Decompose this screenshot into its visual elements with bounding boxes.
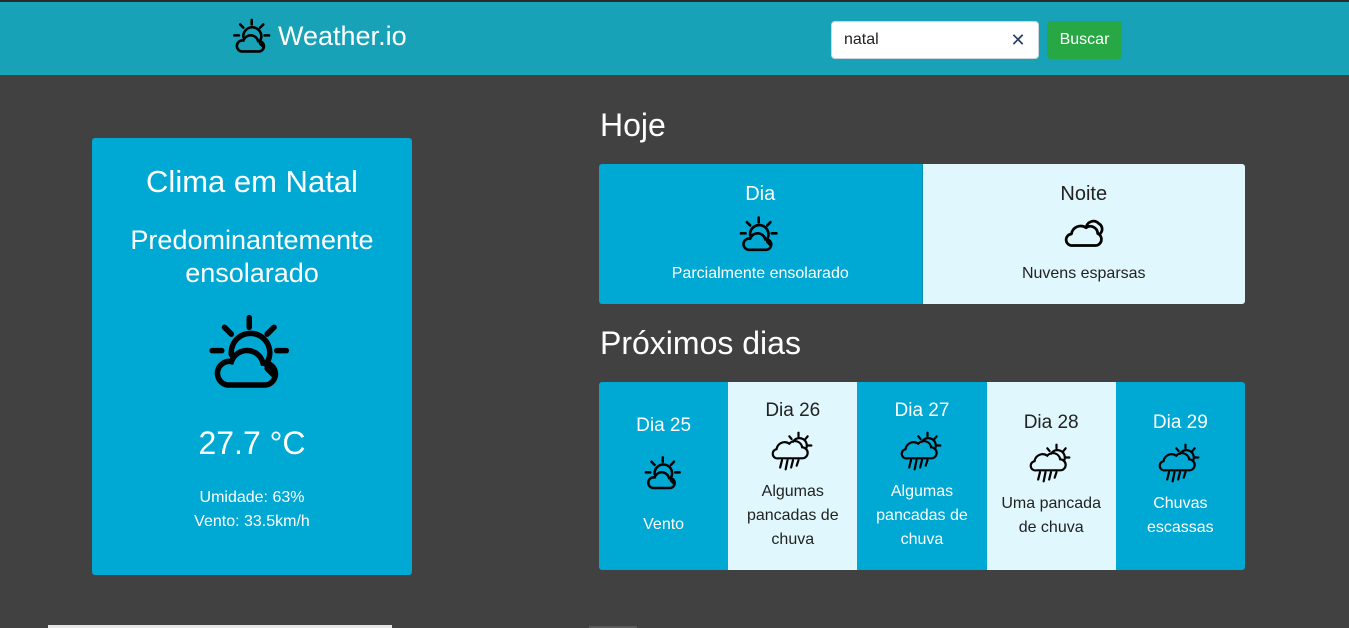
forecast-list: Dia 25 Vento Dia 26 Algumas pancadas de …	[599, 382, 1245, 570]
forecast-item: Dia 29 Chuvas escassas	[1115, 382, 1245, 570]
today-night: Noite Nuvens esparsas	[921, 164, 1245, 304]
today-night-description: Nuvens esparsas	[1021, 265, 1146, 282]
today-day: Dia Parcialmente ensolarado	[599, 164, 922, 304]
current-temperature: 27.7 °C	[198, 425, 306, 461]
close-icon[interactable]: ✕	[1007, 29, 1029, 51]
today-panel: Dia Parcialmente ensolarado Noite Nuvens…	[599, 164, 1245, 304]
current-humidity: Umidade: 63%	[199, 489, 305, 506]
current-condition: Predominantemente ensolarado	[130, 225, 374, 288]
forecast-day-label: Dia 27	[894, 400, 950, 421]
current-title: Clima em Natal	[146, 164, 358, 199]
partly-sunny-icon	[644, 455, 684, 491]
sun-rain-icon	[1029, 442, 1073, 484]
forecast-item: Dia 28 Uma pancada de chuva	[986, 382, 1116, 570]
today-heading: Hoje	[600, 107, 666, 143]
forecast-day-label: Dia 26	[765, 400, 821, 421]
search-button[interactable]: Buscar	[1047, 21, 1122, 59]
sun-rain-icon	[771, 430, 815, 472]
partly-sunny-icon	[739, 214, 781, 254]
brand-name: Weather.io	[278, 20, 407, 51]
sun-rain-icon	[900, 430, 944, 472]
forecast-item: Dia 27 Algumas pancadas de chuva	[857, 382, 987, 570]
forecast-item: Dia 26 Algumas pancadas de chuva	[728, 382, 858, 570]
sun-rain-icon	[1158, 442, 1202, 484]
forecast-day-label: Dia 25	[636, 415, 692, 436]
forecast-item: Dia 25 Vento	[599, 382, 729, 570]
partly-cloudy-icon	[232, 18, 274, 54]
brand-link[interactable]: Weather.io	[232, 18, 407, 54]
forecast-description: Uma pancada de chuva	[1001, 495, 1101, 536]
forecast-description: Algumas pancadas de chuva	[746, 483, 839, 548]
forecast-day-label: Dia 28	[1023, 412, 1079, 433]
today-day-label: Dia	[745, 183, 776, 205]
forecast-description: Vento	[643, 516, 685, 533]
today-day-description: Parcialmente ensolarado	[671, 265, 849, 282]
current-wind: Vento: 33.5km/h	[194, 513, 310, 530]
forecast-description: Algumas pancadas de chuva	[876, 483, 968, 548]
partly-sunny-icon	[208, 313, 296, 391]
navbar: Weather.io ✕ Buscar	[0, 0, 1349, 75]
forecast-description: Chuvas escassas	[1146, 495, 1214, 536]
next-days-heading: Próximos dias	[600, 325, 801, 361]
cloud-icon	[1063, 214, 1105, 254]
today-night-label: Noite	[1060, 183, 1108, 205]
forecast-day-label: Dia 29	[1152, 412, 1208, 433]
current-weather-card: Clima em Natal Predominantemente ensolar…	[92, 138, 412, 575]
